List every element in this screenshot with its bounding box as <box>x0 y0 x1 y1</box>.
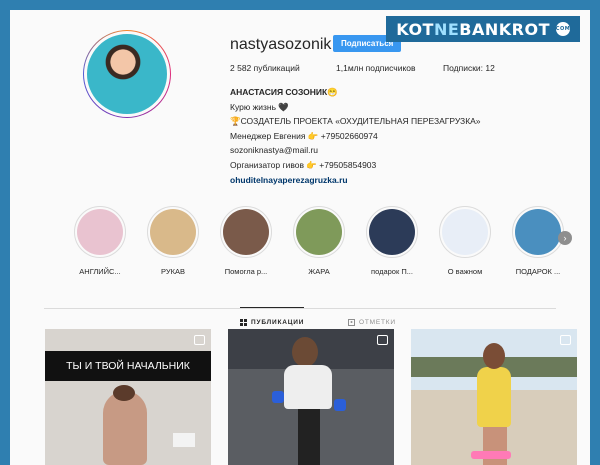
tabs-divider <box>44 308 556 309</box>
story-highlights: АНГЛИЙС... РУКАВ Помогла р... ЖАРА подар… <box>65 206 585 286</box>
highlight-item[interactable]: РУКАВ <box>138 206 208 276</box>
tab-tagged-label: ОТМЕТКИ <box>359 319 396 326</box>
kotnebankrot-logo: KOTNEBANKROT COM <box>386 16 580 42</box>
tab-posts[interactable]: ПУБЛИКАЦИИ <box>240 319 304 326</box>
highlight-item[interactable]: АНГЛИЙС... <box>65 206 135 276</box>
profile-avatar[interactable] <box>83 30 171 118</box>
multiple-posts-icon <box>560 335 571 345</box>
glove-right <box>334 399 346 411</box>
tab-posts-label: ПУБЛИКАЦИИ <box>251 319 305 326</box>
post-thumbnail[interactable]: ТЫ И ТВОЙ НАЧАЛЬНИК <box>45 329 211 465</box>
highlight-label: О важном <box>447 267 483 276</box>
person-shirt <box>284 365 332 409</box>
avatar-photo <box>84 31 170 117</box>
highlight-label: РУКАВ <box>161 267 185 276</box>
highlight-cover <box>442 209 488 255</box>
highlight-cover <box>223 209 269 255</box>
username: nastyasozonik <box>230 36 332 53</box>
active-tab-indicator <box>240 307 304 308</box>
highlight-label: подарок П... <box>371 267 413 276</box>
post-caption: ТЫ И ТВОЙ НАЧАЛЬНИК <box>45 351 211 381</box>
highlight-cover <box>296 209 342 255</box>
highlight-item[interactable]: Помогла р... <box>211 206 281 276</box>
highlight-cover <box>369 209 415 255</box>
highlight-cover <box>515 209 561 255</box>
grid-icon <box>240 319 247 326</box>
bio-line: Организатор гивов 👉 +79505854903 <box>230 159 377 170</box>
person-legs <box>483 427 507 465</box>
person-head <box>292 337 318 367</box>
website-link[interactable]: ohuditelnayaperezagruzka.ru <box>230 173 481 188</box>
tag-icon <box>348 319 355 326</box>
highlight-cover <box>77 209 123 255</box>
instagram-profile-page: KOTNEBANKROT COM nastyasozonik Подписать… <box>10 10 590 465</box>
glove-left <box>272 391 284 403</box>
post-thumbnail[interactable] <box>228 329 394 465</box>
following-count[interactable]: Подписки: 12 <box>443 63 495 73</box>
tab-tagged[interactable]: ОТМЕТКИ <box>348 319 396 326</box>
highlight-label: Помогла р... <box>224 267 268 276</box>
posts-count: 2 582 публикаций <box>230 63 300 73</box>
background-object <box>173 433 195 447</box>
highlight-label: ЖАРА <box>308 267 330 276</box>
multiple-posts-icon <box>194 335 205 345</box>
highlight-label: АНГЛИЙС... <box>79 267 121 276</box>
person-head <box>483 343 505 369</box>
hair-bun <box>113 385 135 401</box>
highlight-item[interactable]: ЖАРА <box>284 206 354 276</box>
com-badge: COM <box>556 22 570 36</box>
followers-count[interactable]: 1,1млн подписчиков <box>336 63 416 73</box>
full-name: АНАСТАСИЯ СОЗОНИК😁 <box>230 87 338 97</box>
person-figure <box>103 391 147 465</box>
bio-line: Курю жизнь 🖤 <box>230 101 289 112</box>
multiple-posts-icon <box>377 335 388 345</box>
highlight-item[interactable]: подарок П... <box>357 206 427 276</box>
bio-line: Менеджер Евгения 👉 +79502660974 <box>230 130 378 141</box>
chevron-right-icon[interactable]: › <box>558 231 572 245</box>
person-dress <box>477 367 511 427</box>
highlight-item[interactable]: О важном <box>430 206 500 276</box>
bike-frame <box>298 409 320 465</box>
pink-shoes <box>471 451 511 459</box>
highlight-label: ПОДАРОК ... <box>515 267 561 276</box>
profile-bio: АНАСТАСИЯ СОЗОНИК😁 Курю жизнь 🖤 🏆СОЗДАТЕ… <box>230 85 481 187</box>
bio-line: 🏆СОЗДАТЕЛЬ ПРОЕКТА «ОХУДИТЕЛЬНАЯ ПЕРЕЗАГ… <box>230 116 481 127</box>
post-thumbnail[interactable] <box>411 329 577 465</box>
bio-line: sozoniknastya@mail.ru <box>230 145 318 156</box>
highlight-cover <box>150 209 196 255</box>
